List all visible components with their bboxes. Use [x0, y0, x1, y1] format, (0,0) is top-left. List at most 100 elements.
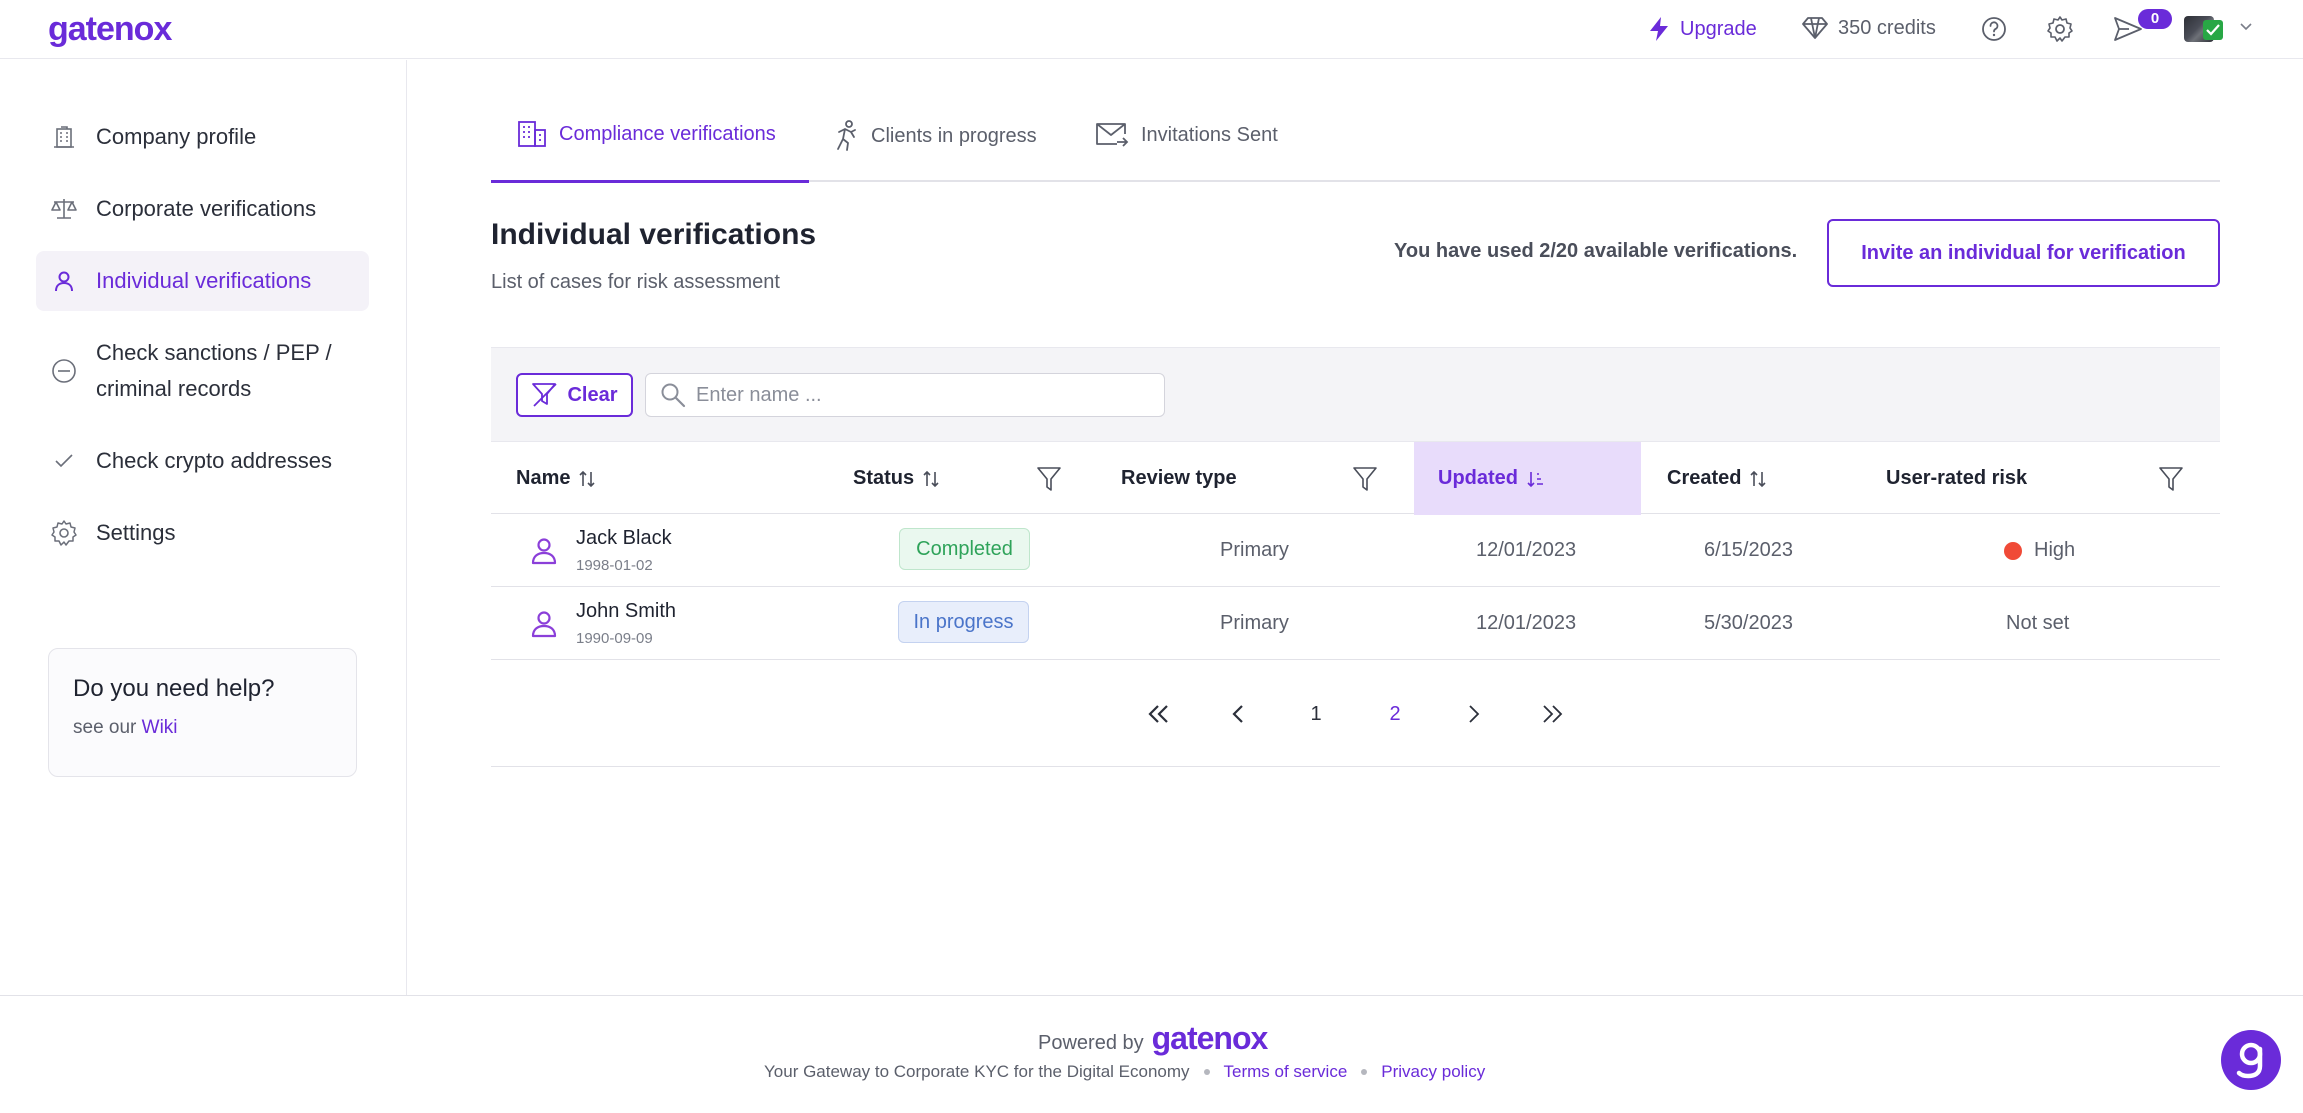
sidebar-item-label: Corporate verifications	[96, 196, 317, 221]
tab-label: Invitations Sent	[1141, 123, 1278, 146]
notification-count-badge: 0	[2138, 9, 2172, 29]
column-header-status[interactable]: Status	[853, 442, 940, 515]
risk-filter-icon[interactable]	[2158, 466, 2184, 492]
client-dob: 1990-09-09	[576, 630, 653, 647]
sidebar-item-check-sanctions[interactable]: Check sanctions / PEP / criminal records	[36, 335, 369, 407]
verified-check-icon	[2203, 20, 2223, 40]
tab-invitations-sent[interactable]: Invitations Sent	[1095, 120, 1278, 150]
sort-icon	[579, 470, 596, 487]
tab-label: Clients in progress	[871, 124, 1037, 147]
table-row[interactable]: John Smith 1990-09-09 In progress Primar…	[491, 587, 2220, 660]
building-icon	[50, 119, 78, 155]
sidebar-item-check-crypto[interactable]: Check crypto addresses	[36, 443, 369, 479]
footer-links: Your Gateway to Corporate KYC for the Di…	[764, 1062, 1485, 1082]
help-text: see our Wiki	[73, 717, 178, 738]
column-header-review-type[interactable]: Review type	[1121, 442, 1237, 515]
separator-dot	[1203, 1069, 1210, 1075]
building-grid-icon	[518, 121, 546, 147]
next-page-button[interactable]	[1454, 694, 1494, 734]
column-header-updated[interactable]: Updated	[1438, 442, 1544, 515]
powered-by: Powered by gatenox	[1038, 1020, 1269, 1057]
risk-high-dot	[2004, 541, 2022, 560]
sidebar-item-corporate-verifications[interactable]: Corporate verifications	[36, 191, 369, 227]
review-type-cell: Primary	[1220, 539, 1289, 561]
gear-icon	[50, 515, 78, 551]
help-box: Do you need help? see our Wiki	[48, 648, 357, 777]
invite-individual-button[interactable]: Invite an individual for verification	[1827, 219, 2220, 287]
created-cell: 5/30/2023	[1704, 612, 1793, 634]
double-chevron-left-icon	[1148, 705, 1168, 723]
double-chevron-right-icon	[1543, 705, 1563, 723]
updated-cell: 12/01/2023	[1476, 539, 1577, 561]
page-button-2[interactable]: 2	[1375, 694, 1415, 734]
sidebar-item-label: Company profile	[96, 124, 257, 149]
wiki-link[interactable]: Wiki	[142, 717, 178, 738]
table-header: Name Status Review type Updated Created …	[491, 441, 2220, 515]
terms-of-service-link[interactable]: Terms of service	[1224, 1062, 1348, 1082]
top-header: gatenox Upgrade 350 credits 0	[0, 0, 2303, 59]
previous-page-button[interactable]	[1218, 694, 1258, 734]
pagination: 1 2	[491, 660, 2220, 767]
risk-label: Not set	[2006, 612, 2070, 634]
check-icon	[50, 443, 78, 479]
page-title: Individual verifications	[491, 218, 817, 251]
sort-icon	[1750, 470, 1767, 487]
footer-logo[interactable]: gatenox	[1152, 1020, 1269, 1057]
tab-label: Compliance verifications	[559, 122, 776, 145]
footer: Powered by gatenox Your Gateway to Corpo…	[0, 995, 2303, 1113]
search-input[interactable]	[696, 383, 1156, 407]
sidebar-item-company-profile[interactable]: Company profile	[36, 119, 369, 155]
upgrade-label: Upgrade	[1680, 17, 1757, 40]
usage-text: You have used 2/20 available verificatio…	[1394, 240, 1798, 262]
review-type-cell: Primary	[1220, 612, 1289, 634]
status-badge: Completed	[899, 528, 1030, 570]
page-button-1[interactable]: 1	[1296, 694, 1336, 734]
privacy-policy-link[interactable]: Privacy policy	[1381, 1062, 1485, 1082]
credits-label: 350 credits	[1838, 16, 1936, 39]
review-type-filter-icon[interactable]	[1352, 466, 1378, 492]
chevron-right-icon	[1469, 705, 1480, 723]
table-row[interactable]: Jack Black 1998-01-02 Completed Primary …	[491, 514, 2220, 587]
status-filter-icon[interactable]	[1036, 466, 1062, 492]
tab-bar: Compliance verifications Clients in prog…	[491, 110, 2220, 183]
last-page-button[interactable]	[1532, 694, 1572, 734]
lightning-icon	[1650, 17, 1668, 41]
sidebar-item-label: Individual verifications	[96, 268, 312, 293]
client-name: Jack Black	[576, 527, 672, 549]
sidebar-item-individual-verifications[interactable]: Individual verifications	[36, 251, 369, 311]
credits-display[interactable]: 350 credits	[1802, 16, 1936, 40]
clear-label: Clear	[567, 383, 618, 406]
gatenox-logo[interactable]: gatenox	[48, 10, 172, 49]
updated-cell: 12/01/2023	[1476, 612, 1577, 634]
upgrade-link[interactable]: Upgrade	[1648, 16, 1757, 42]
chat-widget-button[interactable]	[2221, 1030, 2281, 1090]
status-badge: In progress	[898, 601, 1029, 643]
sidebar-item-label: Check crypto addresses	[96, 448, 332, 473]
help-title: Do you need help?	[73, 675, 275, 702]
gear-icon[interactable]	[2046, 15, 2074, 43]
diamond-icon	[1802, 17, 1828, 39]
column-header-user-rated-risk[interactable]: User-rated risk	[1886, 442, 2027, 515]
first-page-button[interactable]	[1139, 694, 1179, 734]
search-icon	[661, 383, 686, 408]
footer-tagline: Your Gateway to Corporate KYC for the Di…	[764, 1062, 1190, 1081]
client-dob: 1998-01-02	[576, 557, 653, 574]
column-header-name[interactable]: Name	[516, 442, 596, 515]
clear-filters-button[interactable]: Clear	[516, 373, 633, 417]
risk-label: High	[2034, 539, 2076, 561]
sidebar-item-label: Settings	[96, 520, 176, 545]
scales-icon	[50, 191, 78, 227]
sidebar-item-settings[interactable]: Settings	[36, 515, 369, 551]
tab-clients-in-progress[interactable]: Clients in progress	[833, 120, 1037, 152]
running-person-icon	[837, 120, 856, 151]
search-box	[645, 373, 1165, 417]
client-name: John Smith	[576, 600, 677, 622]
chevron-down-icon[interactable]	[2240, 22, 2252, 32]
sidebar: Company profile Corporate verifications …	[0, 60, 407, 995]
help-icon[interactable]	[1981, 15, 2007, 43]
created-cell: 6/15/2023	[1704, 539, 1793, 561]
minus-circle-icon	[50, 353, 78, 389]
sort-descending-icon	[1527, 471, 1543, 487]
tab-compliance-verifications[interactable]: Compliance verifications	[517, 120, 776, 148]
column-header-created[interactable]: Created	[1667, 442, 1767, 515]
